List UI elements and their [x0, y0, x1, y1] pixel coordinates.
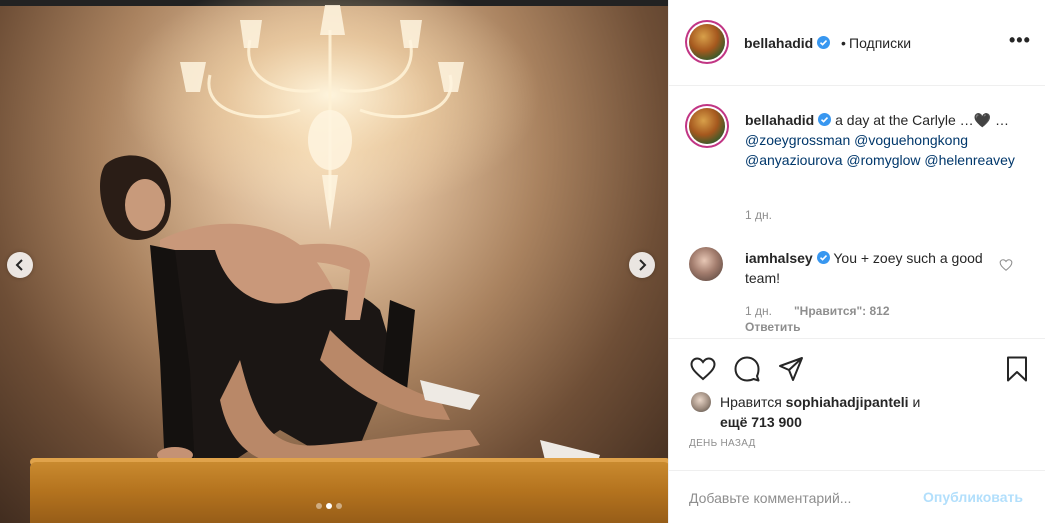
liker-username[interactable]: sophiahadjipanteli [786, 394, 909, 410]
caption-text: bellahadid a day at the Carlyle …🖤 … @zo… [745, 110, 1035, 170]
comment-likes[interactable]: "Нравится": 812 [794, 304, 890, 318]
likes-count[interactable]: ещё 713 900 [720, 414, 802, 430]
commenter-username[interactable]: iamhalsey [745, 250, 813, 266]
bench [30, 462, 668, 523]
comment-form: Опубликовать [669, 470, 1045, 523]
next-slide-button[interactable] [629, 252, 655, 278]
verified-icon [817, 36, 831, 49]
comment-icon[interactable] [733, 355, 761, 383]
likes-and: и [908, 394, 921, 410]
liker-avatar[interactable] [691, 392, 711, 412]
caption-body: a day at the Carlyle …🖤 … [831, 112, 1009, 128]
comment-time[interactable]: 1 дн. [745, 304, 772, 318]
following-button[interactable]: Подписки [849, 35, 911, 51]
comment-meta: 1 дн. "Нравится": 812 [745, 304, 890, 318]
caption-time[interactable]: 1 дн. [745, 208, 772, 222]
verified-icon [818, 113, 832, 126]
likes-summary: Нравится sophiahadjipanteli и ещё 713 900 [720, 392, 1020, 432]
carousel-indicator [316, 503, 342, 509]
carousel-dot-active [326, 503, 332, 509]
mention-link[interactable]: @romyglow [846, 152, 920, 168]
chevron-left-icon [15, 259, 23, 271]
carousel-dot [336, 503, 342, 509]
author-avatar[interactable] [689, 24, 725, 60]
share-icon[interactable] [777, 355, 805, 383]
reply-button[interactable]: Ответить [745, 320, 800, 334]
post-media[interactable] [0, 0, 668, 523]
mention-link[interactable]: @helenreavey [924, 152, 1015, 168]
caption-username[interactable]: bellahadid [745, 112, 814, 128]
comment-like-icon[interactable] [999, 258, 1013, 272]
more-icon[interactable]: ••• [1009, 30, 1031, 51]
carousel-dot [316, 503, 322, 509]
header-separator: • [841, 35, 846, 51]
author-username-text[interactable]: bellahadid [744, 35, 813, 51]
mention-link[interactable]: @anyaziourova [745, 152, 843, 168]
caption-avatar[interactable] [689, 108, 725, 144]
verified-icon [816, 251, 830, 264]
bookmark-icon[interactable] [1003, 355, 1031, 383]
author-username[interactable]: bellahadid [744, 35, 831, 51]
publish-button[interactable]: Опубликовать [923, 489, 1023, 505]
mention-link[interactable]: @voguehongkong [854, 132, 968, 148]
post-date[interactable]: ДЕНЬ НАЗАД [689, 438, 756, 449]
post-sidebar: bellahadid • Подписки ••• bellahadid a d… [668, 0, 1045, 523]
post-header: bellahadid • Подписки ••• [669, 0, 1045, 86]
previous-slide-button[interactable] [7, 252, 33, 278]
likes-prefix: Нравится [720, 394, 786, 410]
mention-link[interactable]: @zoeygrossman [745, 132, 850, 148]
comment-input[interactable] [689, 487, 909, 509]
heart-icon[interactable] [689, 355, 717, 383]
model-figure [100, 155, 600, 470]
comment-text: iamhalsey You + zoey such a good team! [745, 248, 995, 288]
commenter-avatar[interactable] [689, 247, 723, 281]
chevron-right-icon [639, 259, 647, 271]
